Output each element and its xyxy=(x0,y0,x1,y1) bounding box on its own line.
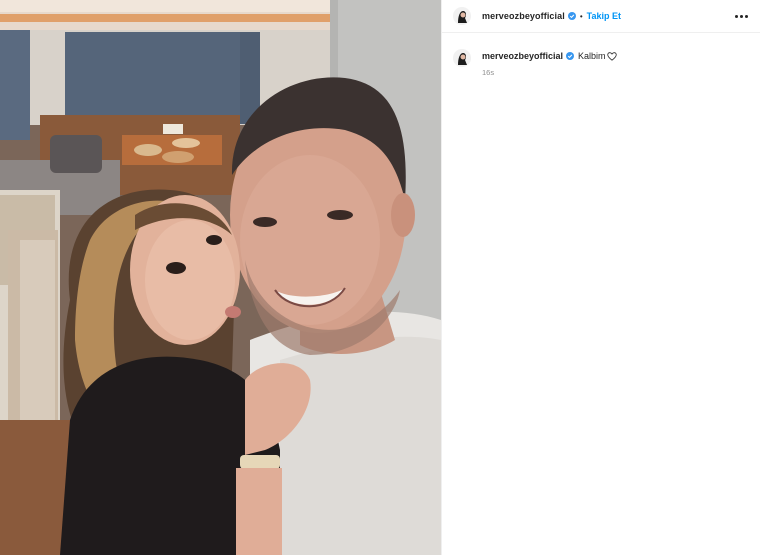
follow-button[interactable]: Takip Et xyxy=(587,11,621,21)
caption-line: merveozbeyofficial Kalbim xyxy=(482,49,617,63)
separator-dot: • xyxy=(579,11,583,21)
caption-text: Kalbim xyxy=(578,51,606,61)
post-photo[interactable] xyxy=(0,0,441,555)
post-timestamp: 16s xyxy=(482,68,495,77)
caption-body: merveozbeyofficial Kalbim 16s xyxy=(482,49,617,77)
post-side-panel: merveozbeyofficial • Takip Et merveozbey… xyxy=(441,0,760,555)
verified-badge-icon xyxy=(567,12,576,20)
more-dot xyxy=(735,14,738,18)
more-options-icon[interactable] xyxy=(733,11,750,22)
avatar-icon xyxy=(453,49,471,67)
avatar-icon xyxy=(453,7,471,25)
avatar[interactable] xyxy=(453,7,471,25)
caption-avatar[interactable] xyxy=(453,49,471,67)
heart-outline-icon xyxy=(606,51,617,61)
more-dot xyxy=(745,14,748,18)
more-dot xyxy=(740,14,743,18)
verified-badge-icon xyxy=(566,52,575,60)
post-header: merveozbeyofficial • Takip Et xyxy=(442,0,760,33)
caption-comment: merveozbeyofficial Kalbim 16s xyxy=(442,33,760,77)
caption-username[interactable]: merveozbeyofficial xyxy=(482,51,563,61)
username-link[interactable]: merveozbeyofficial xyxy=(482,11,565,21)
selfie-image xyxy=(0,0,441,555)
